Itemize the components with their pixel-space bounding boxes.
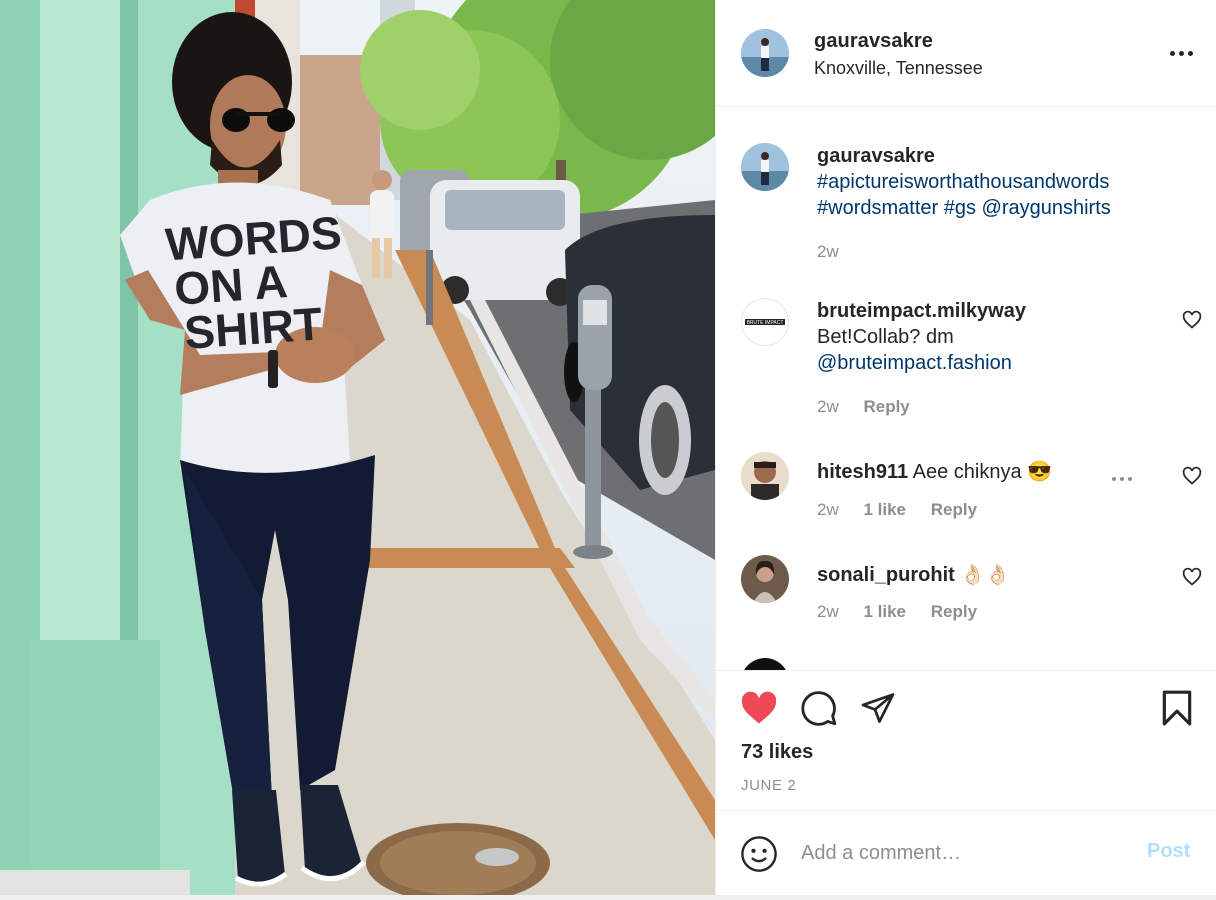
caption-avatar[interactable] [741,143,789,191]
caption-username[interactable]: gauravsakre [817,143,1177,169]
shirt-word-3: SHIRT [183,297,324,358]
comment-icon[interactable] [800,689,838,727]
photo-illustration: WORDS ON A SHIRT [0,0,715,895]
comment-options-button[interactable] [1112,474,1134,484]
comment-body: sonali_purohit 👌🏻👌🏻 [817,562,1147,588]
comment-username[interactable]: bruteimpact.milkyway [817,298,1147,324]
heart-outline-icon[interactable] [1182,466,1202,486]
comment-time[interactable]: 2w [817,500,839,519]
post-sidebar: gauravsakre Knoxville, Tennessee gauravs… [715,0,1216,895]
comment-username[interactable]: hitesh911 [817,461,908,483]
comment-text: Bet!Collab? dm [817,326,954,348]
comment-time[interactable]: 2w [817,602,839,621]
page-bottom-edge [0,895,1216,900]
heart-filled-icon[interactable] [740,691,778,725]
caption-meta: 2w [817,242,859,262]
more-icon [1170,51,1175,56]
ellipsis-icon [1112,477,1116,481]
reply-button[interactable]: Reply [931,602,977,621]
likes-count[interactable]: 73 likes [741,741,813,764]
comment-meta: 2w Reply [817,397,930,417]
reply-button[interactable]: Reply [863,397,909,416]
avatar-logo-text: BRUTE IMPACT [747,320,784,326]
author-username[interactable]: gauravsakre [814,30,933,53]
post-date[interactable]: JUNE 2 [741,777,796,794]
comment-input[interactable] [801,836,1131,870]
post-comment-button[interactable]: Post [1147,840,1190,863]
share-icon[interactable] [859,690,897,726]
post-photo[interactable]: WORDS ON A SHIRT [0,0,715,895]
comment-avatar[interactable] [741,555,789,603]
bookmark-icon[interactable] [1160,689,1194,727]
comment-avatar[interactable] [741,452,789,500]
caption-hashtags-1[interactable]: #apictureisworthathousandwords [817,169,1177,195]
post-location[interactable]: Knoxville, Tennessee [814,58,983,79]
comment-time[interactable]: 2w [817,397,839,416]
comment-mention[interactable]: @bruteimpact.fashion [817,350,1147,376]
emoji-icon[interactable] [740,835,778,873]
comment-body: hitesh911 Aee chiknya 😎 [817,459,1147,485]
comment-body: bruteimpact.milkyway Bet!Collab? dm @bru… [817,298,1147,376]
reply-button[interactable]: Reply [931,500,977,519]
heart-outline-icon[interactable] [1182,567,1202,587]
heart-outline-icon[interactable] [1182,310,1202,330]
comment-username[interactable]: sonali_purohit [817,564,955,586]
caption-time[interactable]: 2w [817,242,839,261]
comments-list[interactable]: gauravsakre #apictureisworthathousandwor… [716,108,1216,670]
more-options-button[interactable] [1170,42,1196,64]
comment-text: 👌🏻👌🏻 [960,564,1011,586]
comment-likes[interactable]: 1 like [863,602,906,621]
comment-meta: 2w 1 like Reply [817,500,997,520]
comment-avatar[interactable]: BRUTE IMPACT [741,298,789,346]
post-viewer: WORDS ON A SHIRT gauravsakre Knoxville, … [0,0,1216,900]
author-avatar[interactable] [741,29,789,77]
add-comment-bar: Post [716,812,1216,895]
comment-meta: 2w 1 like Reply [817,602,997,622]
comment-avatar[interactable] [741,658,789,670]
caption-body: gauravsakre #apictureisworthathousandwor… [817,143,1177,221]
post-header: gauravsakre Knoxville, Tennessee [716,0,1216,107]
post-actions: 73 likes JUNE 2 [716,670,1216,811]
comment-text: Aee chiknya 😎 [912,461,1053,483]
comment-likes[interactable]: 1 like [863,500,906,519]
caption-hashtags-2[interactable]: #wordsmatter #gs @raygunshirts [817,195,1177,221]
